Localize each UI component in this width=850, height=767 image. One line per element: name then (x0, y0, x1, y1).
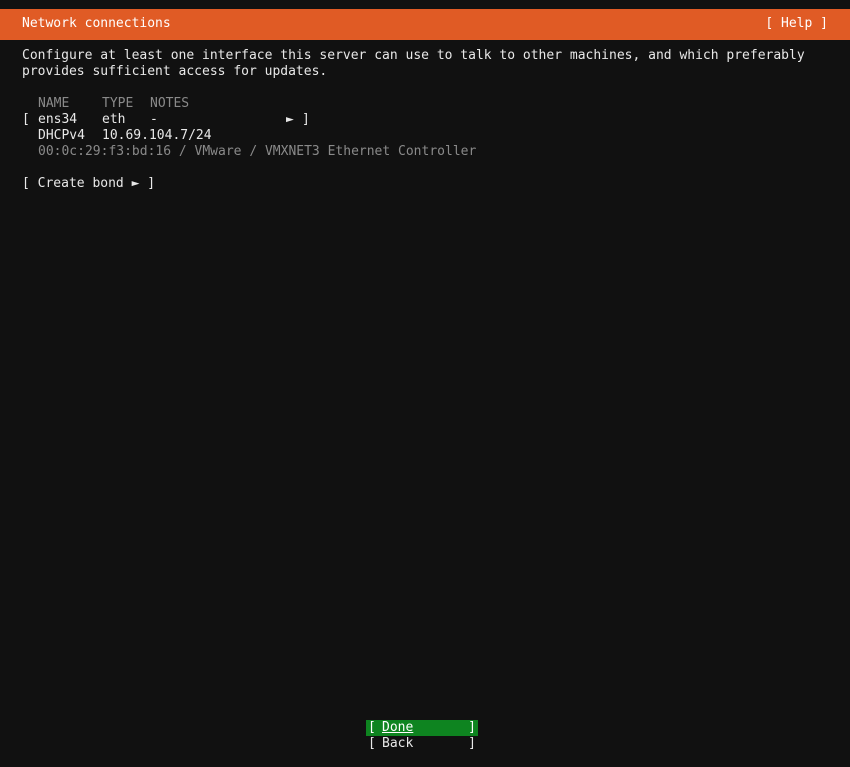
create-bond-button[interactable]: [ Create bond ► ] (22, 176, 155, 192)
column-header-name: NAME (38, 96, 70, 111)
interface-type: eth (102, 112, 126, 127)
back-open-bracket: [ (368, 736, 376, 751)
address-method: DHCPv4 (38, 128, 85, 143)
interface-name: ens34 (38, 112, 78, 127)
column-header-notes: NOTES (150, 96, 190, 111)
interface-row-ens34[interactable]: [ ens34 eth - ► ] (22, 112, 322, 128)
intro-text-line-2: provides sufficient access for updates. (22, 64, 328, 79)
back-button[interactable]: [ Back ] (366, 736, 478, 752)
done-open-bracket: [ (368, 720, 376, 735)
done-close-bracket: ] (468, 720, 476, 735)
row-open-bracket: [ (22, 112, 30, 127)
hardware-info: 00:0c:29:f3:bd:16 / VMware / VMXNET3 Eth… (38, 144, 477, 159)
intro-text-line-1: Configure at least one interface this se… (22, 48, 805, 63)
interface-notes: - (150, 112, 158, 127)
ip-address: 10.69.104.7/24 (102, 128, 212, 143)
help-button[interactable]: [ Help ] (765, 16, 828, 31)
back-label: Back (382, 736, 414, 751)
back-close-bracket: ] (468, 736, 476, 751)
column-header-type: TYPE (102, 96, 134, 111)
top-strip (0, 0, 850, 9)
header-bar: Network connections [ Help ] (0, 9, 850, 40)
done-button[interactable]: [ Done ] (366, 720, 478, 736)
row-arrow-icon: ► (286, 112, 294, 127)
done-label: Done (382, 720, 414, 735)
page-title: Network connections (22, 16, 171, 31)
row-close-bracket: ] (302, 112, 310, 127)
